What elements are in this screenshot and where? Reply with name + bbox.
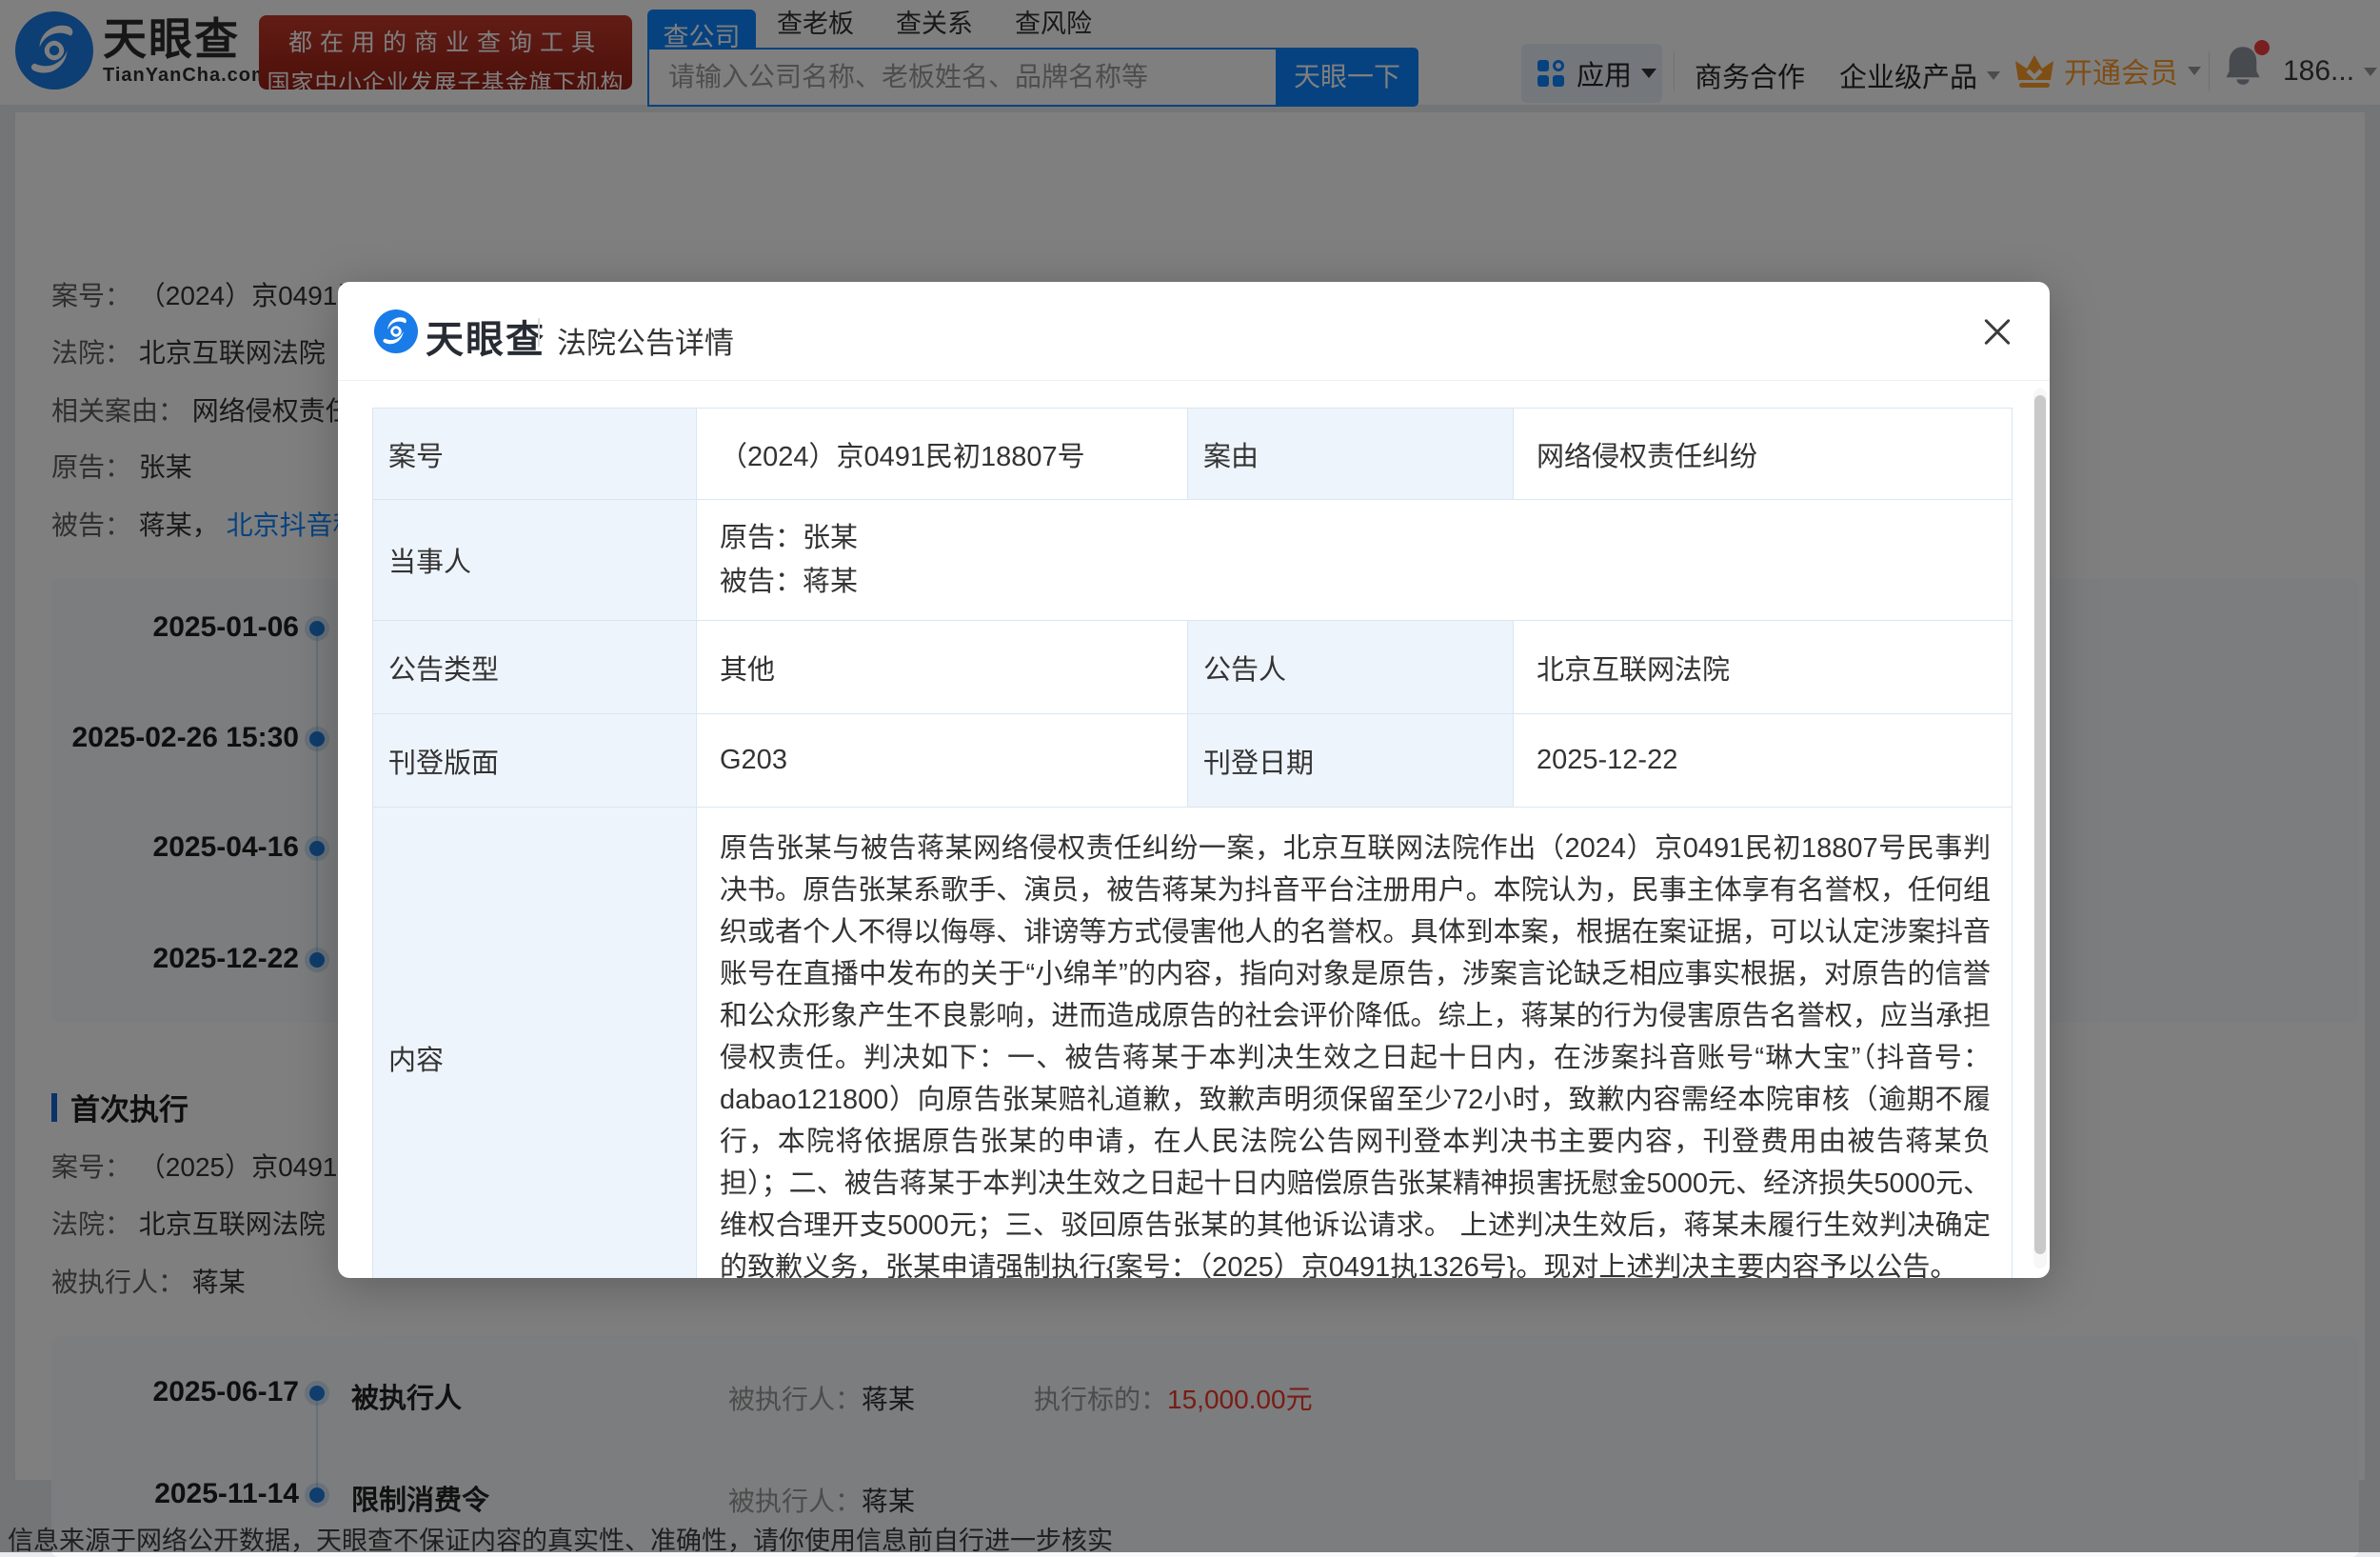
modal-scrollbar: [2033, 389, 2047, 1268]
modal-title: 法院公告详情: [557, 319, 734, 362]
party-defendant: 被告：蒋某: [720, 560, 1991, 604]
table-row-publication: 刊登版面 G203 刊登日期 2025-12-22: [373, 714, 2013, 808]
modal-brand-name: 天眼查: [426, 309, 545, 364]
cause-label: 案由: [1188, 409, 1514, 500]
publish-date-value: 2025-12-22: [1514, 714, 2013, 808]
scrollbar-thumb[interactable]: [2034, 395, 2046, 1254]
table-row-parties: 当事人 原告：张某 被告：蒋某: [373, 500, 2013, 621]
announcer-label: 公告人: [1188, 621, 1514, 714]
page-value: G203: [697, 714, 1188, 808]
cause-value: 网络侵权责任纠纷: [1514, 409, 2013, 500]
content-label: 内容: [373, 808, 697, 1279]
parties-value: 原告：张某 被告：蒋某: [697, 500, 2013, 621]
content-text: 原告张某与被告蒋某网络侵权责任纠纷一案，北京互联网法院作出（2024）京0491…: [697, 808, 2013, 1279]
party-plaintiff: 原告：张某: [720, 516, 1991, 560]
modal-body: 案号 （2024）京0491民初18807号 案由 网络侵权责任纠纷 当事人 原…: [338, 382, 2050, 1278]
tianyancha-logo-icon: [374, 309, 418, 353]
type-label: 公告类型: [373, 621, 697, 714]
announcer-value: 北京互联网法院: [1514, 621, 2013, 714]
type-value: 其他: [697, 621, 1188, 714]
close-icon[interactable]: [1979, 314, 2015, 350]
page-label: 刊登版面: [373, 714, 697, 808]
table-row-content: 内容 原告张某与被告蒋某网络侵权责任纠纷一案，北京互联网法院作出（2024）京0…: [373, 808, 2013, 1279]
publish-date-label: 刊登日期: [1188, 714, 1514, 808]
modal-header-divider: [538, 318, 540, 347]
table-row-type: 公告类型 其他 公告人 北京互联网法院: [373, 621, 2013, 714]
case-no-value: （2024）京0491民初18807号: [697, 409, 1188, 500]
announcement-detail-table: 案号 （2024）京0491民初18807号 案由 网络侵权责任纠纷 当事人 原…: [372, 408, 2013, 1278]
parties-label: 当事人: [373, 500, 697, 621]
table-row-case: 案号 （2024）京0491民初18807号 案由 网络侵权责任纠纷: [373, 409, 2013, 500]
modal-header: 天眼查 法院公告详情: [338, 282, 2050, 381]
case-no-label: 案号: [373, 409, 697, 500]
court-announcement-modal: 天眼查 法院公告详情 案号 （2024）京0491民初18807号 案由 网络侵…: [338, 282, 2050, 1278]
page: 天眼查 TianYanCha.com 都在用的商业查询工具 国家中小企业发展子基…: [0, 0, 2380, 1552]
